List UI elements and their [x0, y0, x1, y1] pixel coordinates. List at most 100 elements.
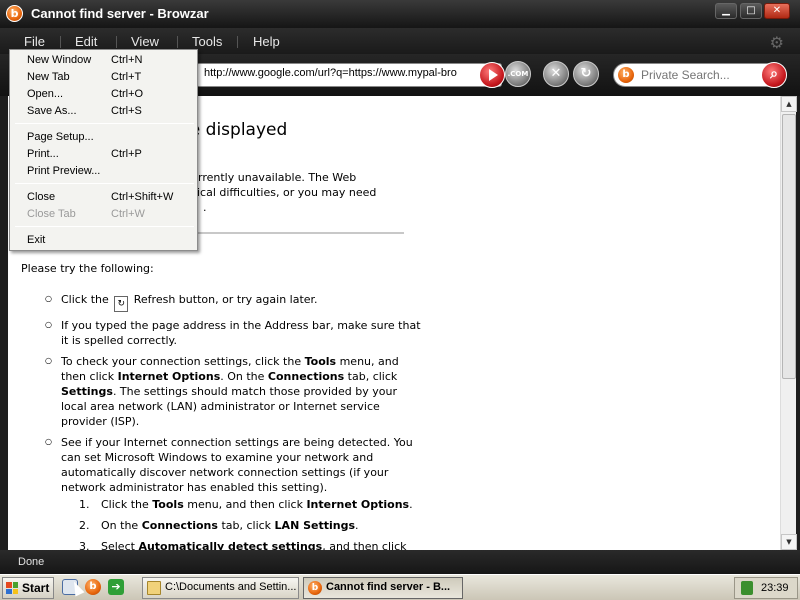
search-button[interactable]: ⌕ [761, 62, 787, 88]
browzar-logo-icon[interactable]: b [6, 5, 23, 22]
step-text: On the [101, 519, 139, 532]
menu-item-label: Print... [27, 148, 59, 160]
menu-item-shortcut: Ctrl+Shift+W [111, 191, 174, 203]
menu-item-label: Open... [27, 88, 64, 100]
menu-item-close[interactable]: Close Ctrl+Shift+W [10, 189, 197, 206]
menu-item-shortcut: Ctrl+T [111, 71, 142, 83]
menu-item-print[interactable]: Print... Ctrl+P [10, 146, 197, 163]
go-button[interactable] [479, 62, 505, 88]
menu-item-exit[interactable]: Exit [10, 232, 197, 249]
step-item: 1. Click the Tools menu, and then click … [79, 497, 421, 512]
step-text: Click the [101, 498, 149, 511]
title-bar[interactable]: b Cannot find server - Browzar ▁ □ ✕ [0, 0, 800, 28]
list-item: To check your connection settings, click… [45, 353, 421, 429]
menu-file[interactable]: File [24, 34, 45, 49]
list-item: If you typed the page address in the Add… [45, 317, 421, 348]
menu-item-label: Print Preview... [27, 165, 101, 177]
step-bold-text: Automatically detect settings [138, 540, 323, 550]
menu-item-new-tab[interactable]: New Tab Ctrl+T [10, 69, 197, 86]
tip-text: Click the [61, 293, 109, 306]
step-bold-text: Tools [152, 498, 184, 511]
taskbar-button-explorer[interactable]: C:\Documents and Settin... [142, 577, 299, 599]
step-bold-text: Internet Options [306, 498, 410, 511]
menu-tools[interactable]: Tools [192, 34, 222, 49]
search-input[interactable] [641, 68, 751, 82]
step-item: 3. Select Automatically detect settings,… [79, 539, 421, 550]
task-label: Cannot find server - B... [326, 581, 451, 593]
menu-item-label: Close [27, 191, 56, 203]
refresh-icon: ↻ [114, 296, 129, 312]
menu-item-label: New Tab [27, 71, 70, 83]
com-button[interactable]: .COM [505, 61, 531, 87]
file-menu-dropdown: New Window Ctrl+N New Tab Ctrl+T Open...… [9, 49, 198, 251]
menu-separator [116, 36, 117, 48]
tip-text: Refresh button, or try again later. [133, 293, 318, 306]
network-tray-icon[interactable] [741, 581, 753, 595]
maximize-button[interactable]: □ [740, 3, 762, 19]
menu-separator [15, 123, 194, 124]
arrow-quicklaunch-icon[interactable]: ➔ [108, 579, 124, 595]
menu-separator [15, 226, 194, 227]
step-text: menu, and then click [187, 498, 303, 511]
refresh-button[interactable]: ↻ [573, 61, 599, 87]
step-text: . [355, 519, 359, 532]
browzar-task-icon: b [308, 581, 322, 595]
menu-item-page-setup[interactable]: Page Setup... [10, 129, 197, 146]
menu-item-new-window[interactable]: New Window Ctrl+N [10, 52, 197, 69]
list-item: Click the ↻ Refresh button, or try again… [45, 291, 421, 312]
tip-text: To check your connection settings, click… [61, 355, 302, 368]
step-number: 2. [79, 519, 90, 532]
tip-bold-text: Connections [267, 370, 345, 383]
stop-button[interactable]: ✕ [543, 61, 569, 87]
menu-edit[interactable]: Edit [75, 34, 97, 49]
minimize-button[interactable]: ▁ [715, 3, 737, 19]
scroll-thumb[interactable] [782, 114, 796, 379]
list-item: See if your Internet connection settings… [45, 434, 421, 550]
step-number: 1. [79, 498, 90, 511]
menu-separator [177, 36, 178, 48]
window-title: Cannot find server - Browzar [31, 6, 209, 21]
scroll-up-arrow-icon[interactable]: ▲ [781, 96, 797, 112]
tip-text: tab, click [347, 370, 398, 383]
step-number: 3. [79, 540, 90, 550]
taskbar-button-browzar[interactable]: b Cannot find server - B... [303, 577, 463, 599]
address-input[interactable] [204, 67, 474, 79]
menu-item-open[interactable]: Open... Ctrl+O [10, 86, 197, 103]
private-search-box: b ⌕ [613, 62, 787, 88]
step-item: 2. On the Connections tab, click LAN Set… [79, 518, 421, 533]
menu-item-save-as[interactable]: Save As... Ctrl+S [10, 103, 197, 120]
close-button[interactable]: ✕ [764, 3, 790, 19]
step-text: tab, click [221, 519, 272, 532]
menu-help[interactable]: Help [253, 34, 280, 49]
menu-view[interactable]: View [131, 34, 159, 49]
start-button[interactable]: Start [2, 577, 54, 599]
menu-item-label: Exit [27, 234, 46, 246]
browzar-search-icon: b [618, 67, 634, 83]
menu-item-shortcut: Ctrl+P [111, 148, 142, 160]
vertical-scrollbar[interactable]: ▲ ▼ [780, 96, 797, 550]
try-following-text: Please try the following: [21, 262, 154, 275]
folder-icon [147, 581, 161, 595]
clock: 23:39 [761, 582, 789, 594]
tip-bold-text: Internet Options [117, 370, 221, 383]
gear-icon[interactable]: ⚙ [770, 33, 784, 52]
status-bar: Done [0, 550, 800, 574]
menu-item-shortcut: Ctrl+O [111, 88, 144, 100]
menu-item-print-preview[interactable]: Print Preview... [10, 163, 197, 180]
windows-logo-icon [6, 582, 18, 594]
menu-separator [237, 36, 238, 48]
task-label: C:\Documents and Settin... [165, 581, 297, 593]
menu-item-label: Save As... [27, 105, 77, 117]
system-tray: 23:39 [734, 577, 798, 599]
address-bar [196, 62, 505, 88]
browzar-quicklaunch-icon[interactable]: b [85, 579, 101, 595]
scroll-down-arrow-icon[interactable]: ▼ [781, 534, 797, 550]
menu-item-label: Close Tab [27, 208, 76, 220]
menu-item-label: New Window [27, 54, 92, 66]
start-label: Start [22, 581, 50, 595]
tip-text: . On the [220, 370, 265, 383]
menu-item-label: Page Setup... [27, 131, 94, 143]
status-text: Done [18, 556, 45, 568]
menu-item-close-tab: Close Tab Ctrl+W [10, 206, 197, 223]
step-text: . [409, 498, 413, 511]
